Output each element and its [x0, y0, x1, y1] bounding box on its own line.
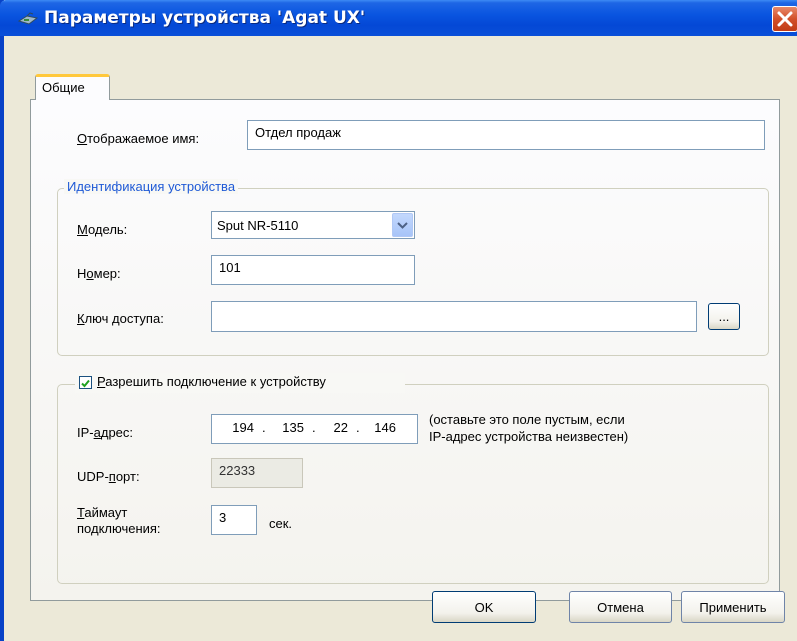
- ip-dot: .: [312, 420, 316, 435]
- device-settings-dialog: Параметры устройства 'Agat UX' Общие Ото…: [0, 0, 797, 641]
- ip-dot: .: [262, 420, 266, 435]
- identification-group-title: Идентификация устройства: [64, 179, 239, 194]
- close-button[interactable]: [772, 6, 797, 32]
- ip-octet-4[interactable]: 146: [364, 420, 396, 435]
- cancel-button[interactable]: Отмена: [569, 591, 672, 623]
- access-key-label: Ключ доступа:: [77, 311, 164, 326]
- enable-connection-label: Разрешить подключение к устройству: [97, 374, 326, 389]
- dialog-client-area: Общие Отображаемое имя: Отдел продаж Иде…: [4, 36, 797, 641]
- ip-octet-1[interactable]: 194: [222, 420, 254, 435]
- display-name-label-rest: тображаемое имя:: [87, 131, 200, 146]
- ip-address-input[interactable]: 194 . 135 . 22 . 146: [211, 414, 418, 444]
- timeout-label-line1: Таймаут: [77, 505, 128, 520]
- ok-button[interactable]: OK: [432, 591, 536, 623]
- tab-general[interactable]: Общие: [35, 74, 110, 100]
- model-select-value: Sput NR-5110: [217, 218, 299, 233]
- access-key-input[interactable]: [211, 301, 697, 332]
- display-name-input[interactable]: Отдел продаж: [247, 120, 765, 150]
- tab-page-general: Отображаемое имя: Отдел продаж Идентифик…: [30, 99, 780, 601]
- browse-key-button[interactable]: ...: [708, 303, 740, 330]
- model-label: Модель:: [77, 222, 128, 237]
- ip-octet-2[interactable]: 135: [272, 420, 304, 435]
- ip-address-label: IP-адрес:: [77, 425, 134, 440]
- udp-port-label: UDP-порт:: [77, 469, 140, 484]
- number-label: Номер:: [77, 266, 121, 281]
- timeout-input[interactable]: 3: [211, 505, 257, 535]
- timeout-label-line2: подключения:: [77, 521, 161, 536]
- chevron-down-icon: [397, 222, 408, 229]
- ip-octet-3[interactable]: 22: [320, 420, 348, 435]
- ip-hint-line1: (оставьте это поле пустым, если: [429, 412, 625, 427]
- model-select[interactable]: Sput NR-5110: [211, 211, 415, 239]
- close-icon: [777, 11, 793, 27]
- udp-port-input: 22333: [211, 458, 303, 488]
- device-icon: [18, 12, 38, 25]
- checkmark-icon: [81, 379, 90, 388]
- apply-button[interactable]: Применить: [681, 591, 785, 623]
- title-bar[interactable]: Параметры устройства 'Agat UX': [0, 0, 797, 36]
- display-name-label: Отображаемое имя:: [77, 131, 200, 146]
- enable-connection-row[interactable]: Разрешить подключение к устройству: [75, 373, 405, 393]
- timeout-unit: сек.: [269, 516, 293, 531]
- ip-hint-line2: IP-адрес устройства неизвестен): [429, 429, 629, 444]
- enable-connection-checkbox[interactable]: [79, 376, 92, 389]
- number-input[interactable]: 101: [211, 255, 415, 285]
- ip-dot: .: [356, 420, 360, 435]
- window-title: Параметры устройства 'Agat UX': [44, 8, 366, 28]
- model-dropdown-button[interactable]: [392, 213, 413, 237]
